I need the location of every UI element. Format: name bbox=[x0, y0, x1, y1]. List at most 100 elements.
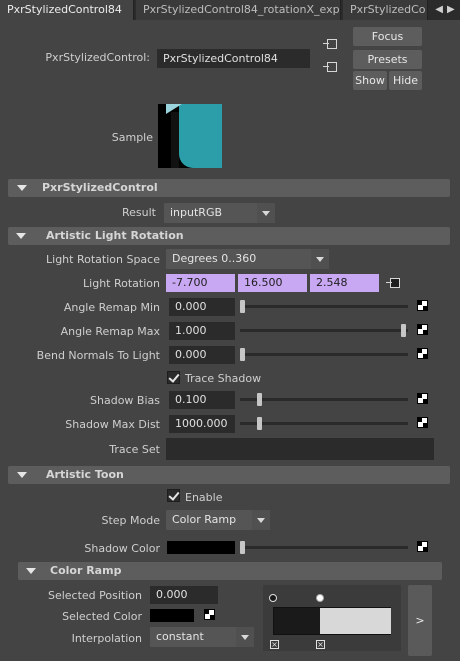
shadow-max-dist-map-icon[interactable] bbox=[417, 417, 428, 428]
light-rotation-label: Light Rotation bbox=[83, 277, 160, 290]
sample-highlight bbox=[166, 104, 182, 114]
angle-remap-max-slider-handle[interactable] bbox=[401, 324, 406, 337]
angle-remap-min-map-icon[interactable] bbox=[417, 300, 428, 311]
tab-scroll-right-icon[interactable]: ▶ bbox=[447, 4, 455, 15]
light-rotation-x-field[interactable]: -7.700 bbox=[166, 274, 235, 292]
tab-scroll-arrows: ◀ ▶ bbox=[430, 0, 460, 20]
interpolation-dropdown[interactable]: constant bbox=[150, 627, 254, 647]
sample-label: Sample bbox=[111, 131, 153, 144]
light-rotation-y-field[interactable]: 16.500 bbox=[238, 274, 307, 292]
tab-pxrstylizedcontrol84[interactable]: PxrStylizedControl84 bbox=[0, 0, 134, 20]
collapse-triangle-icon bbox=[16, 233, 26, 239]
node-type-label: PxrStylizedControl: bbox=[45, 51, 150, 64]
shadow-max-dist-label: Shadow Max Dist bbox=[65, 418, 160, 431]
ramp-gradient[interactable] bbox=[273, 607, 391, 635]
shadow-color-map-icon[interactable] bbox=[417, 541, 428, 552]
angle-remap-min-label: Angle Remap Min bbox=[63, 301, 160, 314]
sample-swatch[interactable] bbox=[158, 104, 222, 168]
angle-remap-max-label: Angle Remap Max bbox=[60, 325, 160, 338]
selected-color-swatch[interactable] bbox=[150, 609, 194, 622]
chevron-down-icon bbox=[257, 203, 275, 223]
ramp-gradient-light bbox=[320, 608, 391, 634]
trace-set-field[interactable] bbox=[166, 438, 434, 460]
chevron-down-icon bbox=[252, 510, 270, 530]
step-mode-value: Color Ramp bbox=[172, 513, 237, 526]
shadow-max-dist-slider[interactable] bbox=[240, 422, 408, 425]
show-button[interactable]: Show bbox=[353, 71, 387, 90]
result-value: inputRGB bbox=[170, 206, 223, 219]
shadow-max-dist-slider-handle[interactable] bbox=[257, 417, 262, 430]
tab-bar: PxrStylizedControl84 PxrStylizedControl8… bbox=[0, 0, 460, 20]
shadow-bias-map-icon[interactable] bbox=[417, 393, 428, 404]
shadow-color-slider[interactable] bbox=[240, 546, 408, 549]
shadow-bias-field[interactable]: 0.100 bbox=[169, 391, 235, 409]
ramp-handle-black[interactable] bbox=[269, 594, 277, 602]
chevron-down-icon bbox=[311, 249, 329, 269]
input-connection-icon[interactable] bbox=[323, 38, 337, 51]
ramp-expand-button[interactable]: > bbox=[408, 585, 432, 656]
section-color-ramp[interactable]: Color Ramp bbox=[18, 562, 442, 580]
light-rotation-connection-icon[interactable] bbox=[386, 277, 400, 290]
section-title: Color Ramp bbox=[50, 564, 122, 577]
selected-color-label: Selected Color bbox=[62, 610, 142, 623]
light-rotation-space-dropdown[interactable]: Degrees 0..360 bbox=[166, 249, 329, 269]
bend-normals-label: Bend Normals To Light bbox=[36, 349, 160, 362]
light-rotation-space-value: Degrees 0..360 bbox=[172, 252, 257, 265]
bend-normals-slider[interactable] bbox=[240, 353, 408, 356]
tab-rotationx-expr[interactable]: PxrStylizedControl84_rotationX_expr bbox=[136, 0, 341, 20]
shadow-bias-slider-handle[interactable] bbox=[257, 393, 262, 406]
shadow-max-dist-field[interactable]: 1000.000 bbox=[169, 415, 235, 433]
bend-normals-map-icon[interactable] bbox=[417, 348, 428, 359]
shadow-color-swatch[interactable] bbox=[167, 541, 235, 554]
presets-button[interactable]: Presets bbox=[353, 50, 422, 69]
interpolation-label: Interpolation bbox=[71, 632, 142, 645]
shadow-color-slider-handle[interactable] bbox=[240, 541, 245, 554]
section-pxrstylizedcontrol[interactable]: PxrStylizedControl bbox=[8, 179, 450, 197]
ramp-delete-black-icon[interactable]: × bbox=[270, 640, 279, 649]
light-rotation-z-field[interactable]: 2.548 bbox=[310, 274, 379, 292]
angle-remap-max-field[interactable]: 1.000 bbox=[169, 322, 235, 340]
shadow-bias-slider[interactable] bbox=[240, 398, 408, 401]
angle-remap-min-slider[interactable] bbox=[240, 305, 408, 308]
selected-color-map-icon[interactable] bbox=[204, 609, 215, 620]
bend-normals-field[interactable]: 0.000 bbox=[169, 346, 235, 364]
trace-shadow-label: Trace Shadow bbox=[185, 372, 262, 385]
collapse-triangle-icon bbox=[17, 185, 27, 191]
step-mode-label: Step Mode bbox=[101, 514, 160, 527]
color-ramp-widget[interactable]: × × bbox=[263, 585, 401, 651]
selected-position-field[interactable]: 0.000 bbox=[150, 586, 218, 604]
selected-position-label: Selected Position bbox=[47, 589, 142, 602]
step-mode-dropdown[interactable]: Color Ramp bbox=[166, 510, 270, 530]
sample-dark-bar bbox=[171, 112, 179, 168]
ramp-handle-white[interactable] bbox=[316, 594, 324, 602]
node-name-field[interactable]: PxrStylizedControl84 bbox=[157, 49, 310, 68]
focus-button[interactable]: Focus bbox=[353, 27, 422, 46]
interpolation-value: constant bbox=[156, 630, 204, 643]
angle-remap-min-slider-handle[interactable] bbox=[240, 300, 245, 313]
bend-normals-slider-handle[interactable] bbox=[240, 348, 245, 361]
collapse-triangle-icon bbox=[26, 568, 36, 574]
angle-remap-min-field[interactable]: 0.000 bbox=[169, 298, 235, 316]
shadow-bias-label: Shadow Bias bbox=[90, 394, 160, 407]
trace-shadow-checkbox[interactable] bbox=[167, 371, 180, 384]
chevron-down-icon bbox=[236, 627, 254, 647]
angle-remap-max-map-icon[interactable] bbox=[417, 324, 428, 335]
hide-button[interactable]: Hide bbox=[389, 71, 422, 90]
collapse-triangle-icon bbox=[17, 472, 27, 478]
light-rotation-space-label: Light Rotation Space bbox=[46, 253, 160, 266]
output-connection-icon[interactable] bbox=[323, 61, 337, 74]
tab-scroll-left-icon[interactable]: ◀ bbox=[435, 4, 443, 15]
angle-remap-max-slider[interactable] bbox=[240, 329, 408, 332]
tab-pxrstylizedco[interactable]: PxrStylizedCo bbox=[343, 0, 428, 20]
ramp-delete-white-icon[interactable]: × bbox=[316, 640, 325, 649]
section-artistic-light-rotation[interactable]: Artistic Light Rotation bbox=[8, 227, 450, 245]
section-artistic-toon[interactable]: Artistic Toon bbox=[8, 466, 450, 484]
enable-label: Enable bbox=[185, 491, 223, 504]
shadow-color-label: Shadow Color bbox=[84, 542, 160, 555]
enable-checkbox[interactable] bbox=[167, 489, 180, 502]
result-label: Result bbox=[122, 206, 156, 219]
result-dropdown[interactable]: inputRGB bbox=[164, 203, 275, 223]
trace-set-label: Trace Set bbox=[109, 443, 160, 456]
section-title: Artistic Light Rotation bbox=[46, 229, 184, 242]
section-title: PxrStylizedControl bbox=[42, 181, 158, 194]
